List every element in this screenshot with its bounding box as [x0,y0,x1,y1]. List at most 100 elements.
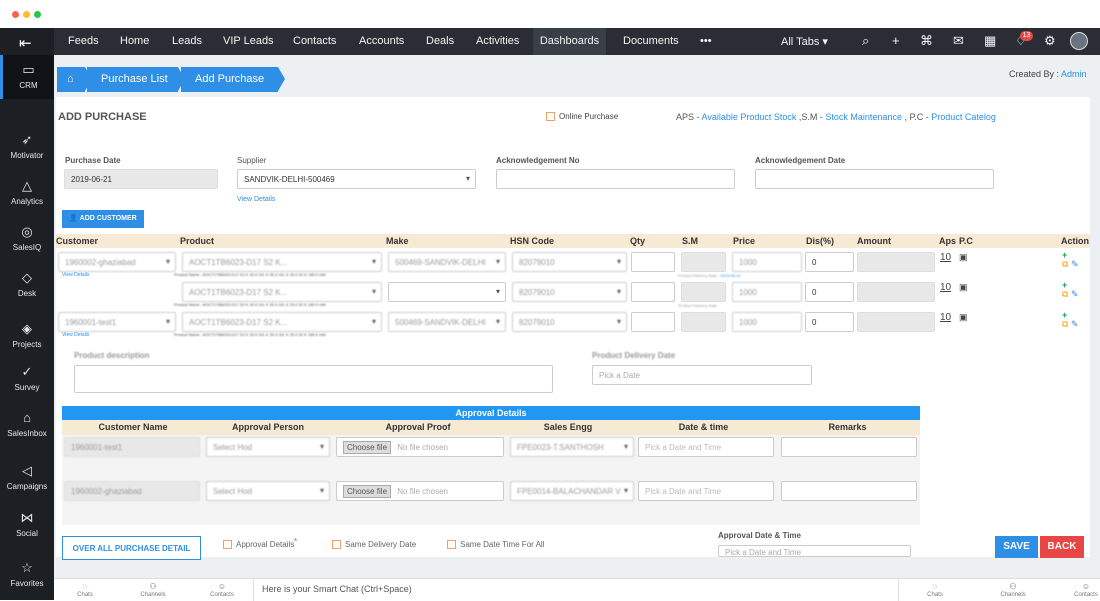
sidebar-item-salesiq[interactable]: ◎ SalesIQ [0,224,54,252]
copy-icon[interactable]: ⧉ [1062,289,1068,300]
price-input[interactable]: 1000 [732,252,802,272]
aps-link[interactable]: 10 [940,282,951,293]
save-button[interactable]: SAVE [995,536,1038,558]
qty-input[interactable] [631,282,675,302]
remarks-input[interactable] [781,481,917,501]
mail-icon[interactable]: ✉ [953,33,964,49]
tab-vip-leads[interactable]: VIP Leads [223,35,274,47]
approval-details-checkbox[interactable] [223,540,232,549]
same-date-time-checkbox[interactable] [447,540,456,549]
approval-date-time-picker[interactable]: Pick a Date and Time [718,545,911,557]
sidebar-item-analytics[interactable]: △ Analytics [0,178,54,206]
qty-input[interactable] [631,252,675,272]
make-select[interactable]: 500469-SANDVIK-DELHI [388,252,506,272]
maximize-window-dot[interactable] [34,11,41,18]
edit-icon[interactable]: ✎ [1071,319,1079,330]
back-button[interactable]: BACK [1040,536,1084,558]
tab-documents[interactable]: Documents [623,35,679,47]
discount-input[interactable]: 0 [805,282,854,302]
sales-engg-select[interactable]: FPE0023-T.SANTHOSH [510,437,634,457]
sidebar-item-salesinbox[interactable]: ⌂ SalesInbox [0,410,54,438]
remarks-input[interactable] [781,437,917,457]
customer-select[interactable]: 1960001-test1 [58,312,176,332]
approval-person-select[interactable]: Select Hod [206,437,330,457]
acknowledgement-date-input[interactable] [755,169,994,189]
supplier-view-details-link[interactable]: View Details [237,196,275,203]
sales-engg-select[interactable]: FPE0014-BALACHANDAR V [510,481,634,501]
customer-view-details-link[interactable]: View Details [62,332,89,338]
tab-leads[interactable]: Leads [172,35,202,47]
approval-date-time-input[interactable]: Pick a Date and Time [638,481,774,501]
sidebar-item-projects[interactable]: ◈ Projects [0,321,54,349]
make-select[interactable] [388,282,506,302]
game-controller-icon[interactable]: ⌘ [920,33,933,49]
stock-maintenance-link[interactable]: Stock Maintenance [825,112,902,122]
hsn-select[interactable]: 82079010 [512,312,627,332]
collapse-menu-icon[interactable]: ⇤ [19,34,32,52]
sidebar-item-campaigns[interactable]: ◁ Campaigns [0,463,54,491]
approval-date-time-input[interactable]: Pick a Date and Time [638,437,774,457]
available-product-stock-link[interactable]: Available Product Stock [702,112,797,122]
pc-icon[interactable]: ▣ [959,282,968,293]
sidebar-item-favorites[interactable]: ☆ Favorites [0,560,54,588]
pc-icon[interactable]: ▣ [959,252,968,263]
overall-purchase-detail-button[interactable]: OVER ALL PURCHASE DETAIL [62,536,201,560]
sidebar-item-survey[interactable]: ✓ Survey [0,364,54,392]
tab-activities[interactable]: Activities [476,35,519,47]
tab-accounts[interactable]: Accounts [359,35,404,47]
sidebar-item-crm[interactable]: ▭ CRM [0,55,54,99]
tab-home[interactable]: Home [120,35,149,47]
footer-chats-right[interactable]: ◌ Chats [915,582,955,598]
all-tabs-dropdown[interactable]: All Tabs ▾ [781,35,828,48]
breadcrumb-add-purchase[interactable]: Add Purchase [181,67,285,92]
product-description-input[interactable] [74,365,553,393]
tab-dashboards[interactable]: Dashboards [533,28,606,55]
product-select[interactable]: AOCT1TB6023-D17 S2 K... [182,312,382,332]
aps-link[interactable]: 10 [940,252,951,263]
product-catalog-link[interactable]: Product Catelog [931,112,996,122]
calendar-icon[interactable]: ▦ [984,33,996,49]
customer-view-details-link[interactable]: View Details [62,272,89,278]
footer-contacts[interactable]: ☺ Contacts [202,582,242,598]
customer-select[interactable]: 1960002-ghaziabad [58,252,176,272]
tab-contacts[interactable]: Contacts [293,35,336,47]
footer-contacts-right[interactable]: ☺ Contacts [1066,582,1100,598]
supplier-select[interactable]: SANDVIK-DELHI-500469 [237,169,476,189]
approval-person-select[interactable]: Select Hod [206,481,330,501]
discount-input[interactable]: 0 [805,312,854,332]
settings-icon[interactable]: ⚙ [1044,33,1056,49]
created-by-admin-link[interactable]: Admin [1061,69,1087,79]
close-window-dot[interactable] [12,11,19,18]
sidebar-item-motivator[interactable]: ➶ Motivator [0,132,54,160]
edit-icon[interactable]: ✎ [1071,289,1079,300]
add-customer-button[interactable]: 👤 ADD CUSTOMER [62,210,144,228]
acknowledgement-no-input[interactable] [496,169,735,189]
online-purchase-checkbox[interactable] [546,112,555,121]
product-select[interactable]: AOCT1TB6023-D17 S2 K... [182,252,382,272]
tab-deals[interactable]: Deals [426,35,454,47]
copy-icon[interactable]: ⧉ [1062,319,1068,330]
pc-icon[interactable]: ▣ [959,312,968,323]
footer-channels[interactable]: ⚇ Channels [133,582,173,598]
discount-input[interactable]: 0 [805,252,854,272]
tab-feeds[interactable]: Feeds [68,35,99,47]
avatar[interactable] [1070,32,1088,50]
hsn-select[interactable]: 82079010 [512,252,627,272]
approval-proof-file-input[interactable]: Choose file No file chosen [336,481,504,501]
smart-chat-input[interactable]: Here is your Smart Chat (Ctrl+Space) [253,579,899,601]
footer-channels-right[interactable]: ⚇ Channels [993,582,1033,598]
make-select[interactable]: 500469-SANDVIK-DELHI [388,312,506,332]
choose-file-button[interactable]: Choose file [343,485,392,498]
breadcrumb-purchase-list[interactable]: Purchase List [87,67,185,92]
sidebar-item-desk[interactable]: ◇ Desk [0,270,54,298]
plus-icon[interactable]: + [892,33,900,48]
edit-icon[interactable]: ✎ [1071,259,1079,270]
product-select[interactable]: AOCT1TB6023-D17 S2 K... [182,282,382,302]
same-delivery-date-checkbox[interactable] [332,540,341,549]
copy-icon[interactable]: ⧉ [1062,259,1068,270]
approval-proof-file-input[interactable]: Choose file No file chosen [336,437,504,457]
search-icon[interactable]: ⌕ [862,33,869,49]
purchase-date-input[interactable]: 2019-06-21 [64,169,218,189]
qty-input[interactable] [631,312,675,332]
more-tabs-button[interactable]: ••• [700,35,712,47]
